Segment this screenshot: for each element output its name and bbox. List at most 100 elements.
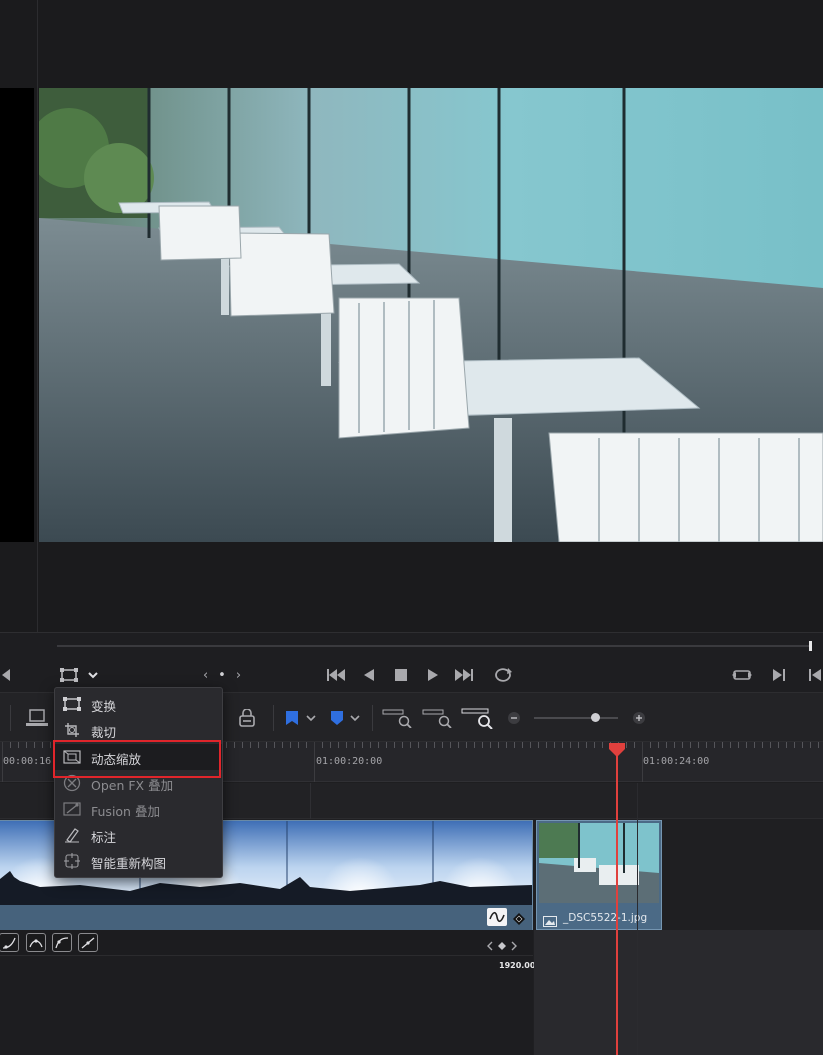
menu-item-label: Fusion 叠加 — [91, 804, 160, 819]
ruler-tick — [722, 742, 723, 748]
prev-arrow-icon[interactable] — [0, 665, 12, 685]
link-lock-icon[interactable] — [234, 707, 260, 729]
keyframe-curve-lane — [0, 930, 533, 956]
ruler-tick — [474, 742, 475, 748]
image-file-icon — [543, 912, 557, 931]
ruler-tick — [306, 742, 307, 748]
transform-icon — [63, 696, 81, 712]
curve-toggle-icon[interactable] — [487, 908, 507, 926]
nav-left-icon[interactable]: ‹ — [203, 668, 208, 683]
lane-divider — [637, 783, 638, 1055]
ruler-tick — [282, 742, 283, 748]
ruler-tick — [690, 742, 691, 748]
ruler-tick — [490, 742, 491, 748]
ruler-tick — [34, 742, 35, 748]
ruler-tick — [682, 742, 683, 748]
play-icon[interactable] — [424, 665, 442, 685]
ruler-tick — [482, 742, 483, 748]
next-edit-icon[interactable] — [770, 665, 788, 685]
zoom-full-icon[interactable] — [381, 705, 413, 731]
transform-mode-button[interactable] — [58, 665, 80, 685]
ruler-tick — [770, 742, 771, 748]
keyframe-diamond-icon[interactable] — [513, 910, 525, 929]
overwrite-clip-icon[interactable] — [20, 707, 52, 729]
ruler-tick — [626, 742, 627, 748]
ruler-tick — [250, 742, 251, 748]
menu-item-transform[interactable]: 变换 — [55, 691, 222, 717]
flag-dropdown-chevron-icon[interactable] — [304, 709, 318, 727]
ease-in-button[interactable] — [0, 933, 19, 952]
ruler-tick — [346, 742, 347, 748]
ruler-tick — [466, 742, 467, 748]
ruler-tick — [330, 742, 331, 748]
match-frame-icon[interactable] — [731, 665, 753, 685]
keyframe-nav-icon[interactable] — [486, 937, 518, 956]
stop-icon[interactable] — [392, 665, 410, 685]
menu-item-annotation[interactable]: 标注 — [55, 822, 222, 848]
ruler-tick — [354, 742, 355, 748]
ruler-tick — [386, 742, 387, 748]
linear-button[interactable] — [78, 933, 98, 952]
crop-icon — [63, 722, 81, 738]
zoom-slider[interactable] — [534, 717, 618, 719]
nav-right-icon[interactable]: › — [236, 668, 241, 683]
ruler-tick — [426, 742, 427, 748]
flag-blue-icon[interactable] — [283, 707, 301, 729]
ruler-tick — [530, 742, 531, 748]
zoom-slider-handle[interactable] — [590, 713, 600, 722]
annotation-highlight-box — [53, 740, 221, 778]
ruler-tick — [754, 742, 755, 748]
zoom-custom-icon[interactable] — [460, 705, 494, 731]
ruler-tick — [370, 742, 371, 748]
ruler-tick — [738, 742, 739, 748]
keyframe-value: 1920.00 — [499, 961, 536, 970]
ruler-tick — [258, 742, 259, 748]
chevron-down-icon[interactable] — [86, 665, 100, 685]
playhead-line[interactable] — [616, 750, 618, 1055]
playhead-handle[interactable] — [609, 742, 625, 761]
ease-in-curve-icon — [2, 937, 16, 949]
ruler-tick — [378, 742, 379, 748]
ruler-tick — [234, 742, 235, 748]
ruler-tick — [26, 742, 27, 748]
prev-edit-icon[interactable] — [806, 665, 823, 685]
zoom-in-icon[interactable] — [631, 710, 647, 726]
ruler-tick — [818, 742, 819, 748]
timeline-clip-cafe[interactable]: _DSC5522-1.jpg — [536, 820, 662, 930]
clip-name: _DSC5522-1.jpg — [563, 912, 648, 924]
loop-icon[interactable] — [491, 665, 515, 685]
zoom-out-icon[interactable] — [506, 710, 522, 726]
menu-item-label: 标注 — [91, 830, 117, 845]
ease-bezier-button[interactable] — [26, 933, 46, 952]
scrub-handle[interactable] — [809, 641, 812, 651]
toolbar-divider — [10, 705, 11, 731]
ruler-tick — [42, 742, 43, 748]
ruler-tick — [658, 742, 659, 748]
marker-dropdown-chevron-icon[interactable] — [348, 709, 362, 727]
nav-dot-icon[interactable]: • — [218, 668, 226, 683]
ruler-tick — [522, 742, 523, 748]
viewer-divider — [37, 0, 38, 632]
marker-blue-icon[interactable] — [328, 707, 346, 729]
ruler-tick — [554, 742, 555, 748]
last-frame-icon[interactable] — [453, 665, 475, 685]
ease-out-button[interactable] — [52, 933, 72, 952]
ruler-tick — [266, 742, 267, 748]
scrub-bar[interactable] — [57, 645, 811, 647]
first-frame-icon[interactable] — [325, 665, 347, 685]
ruler-tick — [698, 742, 699, 748]
ruler-tick — [778, 742, 779, 748]
keyframe-nav[interactable]: ‹ • › — [196, 665, 248, 685]
ruler-tick — [602, 742, 603, 748]
reverse-play-icon[interactable] — [360, 665, 378, 685]
zoom-detail-icon[interactable] — [421, 705, 453, 731]
ruler-tick — [730, 742, 731, 748]
menu-item-smart-reframe[interactable]: 智能重新构图 — [55, 848, 222, 874]
menu-item-label: 智能重新构图 — [91, 856, 167, 871]
ruler-tick — [50, 742, 51, 748]
ruler-tick — [794, 742, 795, 748]
ruler-tick — [402, 742, 403, 748]
ruler-tick — [650, 742, 651, 748]
empty-track-area — [534, 930, 823, 1055]
menu-item-fusion-overlay[interactable]: Fusion 叠加 — [55, 796, 222, 822]
